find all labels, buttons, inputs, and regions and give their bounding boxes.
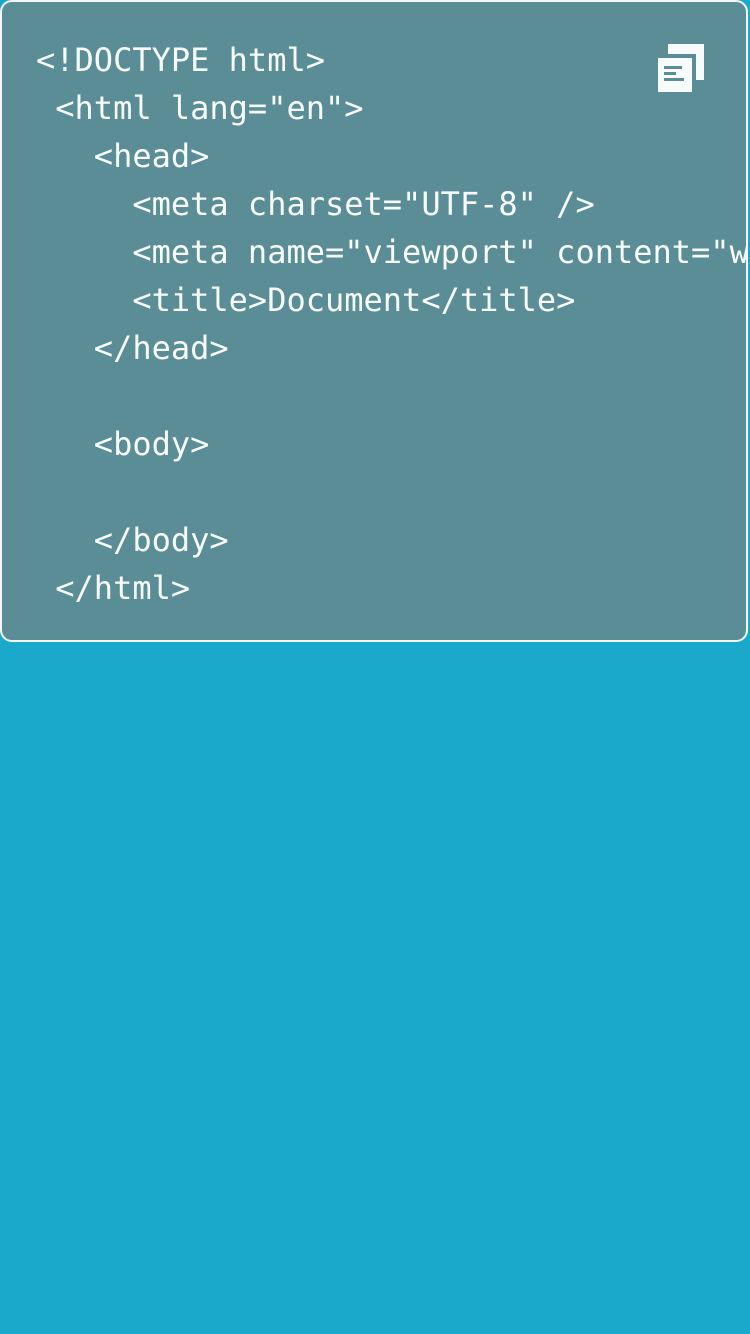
code-snippet-card: <!DOCTYPE html> <html lang="en"> <head> … <box>0 0 748 642</box>
code-line-1: <!DOCTYPE html> <box>36 41 325 79</box>
code-line-11: </body> <box>36 521 229 559</box>
code-line-5: <meta name="viewport" content="width <box>132 233 746 271</box>
code-line-4: <meta charset="UTF-8" /> <box>36 185 595 223</box>
code-line-2: <html lang="en"> <box>36 89 364 127</box>
code-line-7: </head> <box>36 329 229 367</box>
code-line-3: <head> <box>36 137 210 175</box>
copy-icon <box>656 44 704 94</box>
code-line-9: <body> <box>36 425 210 463</box>
code-line-12: </html> <box>36 569 191 607</box>
copy-code-button[interactable] <box>656 42 706 94</box>
code-block: <!DOCTYPE html> <html lang="en"> <head> … <box>36 36 746 612</box>
code-line-6: <title>Document</title> <box>36 281 576 319</box>
